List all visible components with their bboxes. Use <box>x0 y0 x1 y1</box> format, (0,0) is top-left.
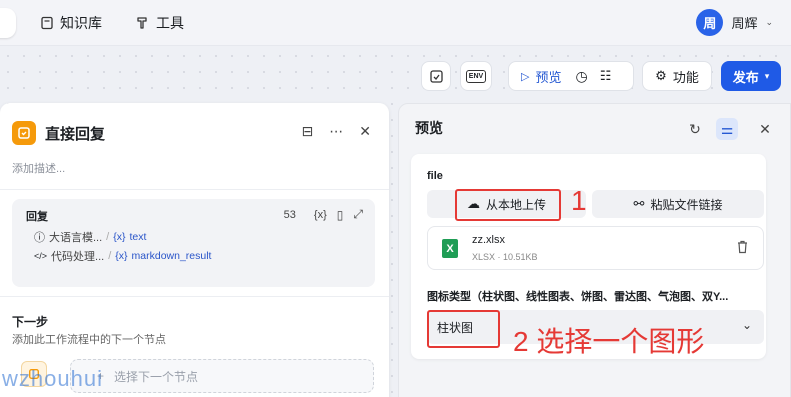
close-icon[interactable]: ✕ <box>359 123 371 139</box>
variable-tag: ⓘ 大语言模... / {x} text <box>34 231 147 244</box>
avatar: 周 <box>696 9 724 36</box>
chevron-down-icon: ⌄ <box>741 318 752 332</box>
list-check-icon[interactable]: ☷ <box>600 68 612 84</box>
node-title[interactable]: 直接回复 <box>45 123 105 144</box>
nav-tools-label: 工具 <box>156 15 184 31</box>
nav-knowledge-base[interactable]: 知识库 <box>40 13 102 33</box>
reply-editor[interactable]: 回复 53 {x} ▯ ⤢ ⓘ 大语言模... / {x} text </> 代… <box>12 199 375 287</box>
preview-title: 预览 <box>415 120 443 136</box>
paste-link-label: 粘贴文件链接 <box>650 197 723 212</box>
history-icon[interactable]: ◷ <box>575 68 587 85</box>
publish-button[interactable]: 发布 ▾ <box>721 61 781 91</box>
select-next-node[interactable]: + 选择下一个节点 <box>70 359 374 393</box>
nav-tools[interactable]: 工具 <box>136 13 184 33</box>
node-description[interactable]: 添加描述... <box>12 160 65 176</box>
nav-knowledge-base-label: 知识库 <box>60 15 102 31</box>
settings-sliders-icon[interactable]: ⚌ <box>716 118 738 140</box>
annotation-box-upload <box>455 189 561 221</box>
book-open-icon[interactable]: ⊟ <box>302 123 314 139</box>
run-group: ▷ 预览 ◷ ☷ <box>508 61 634 91</box>
hammer-icon <box>137 17 147 29</box>
checklist-icon <box>429 69 443 83</box>
preview-button-label[interactable]: 预览 <box>535 67 561 86</box>
variable-x-icon: {x} <box>113 231 126 243</box>
refresh-icon[interactable]: ↻ <box>684 118 706 140</box>
user-name: 周辉 <box>731 16 758 31</box>
code-icon: </> <box>34 251 48 261</box>
feature-button[interactable]: ⚙ 功能 <box>642 61 712 91</box>
copy-icon[interactable]: ▯ <box>337 208 344 222</box>
next-step-title: 下一步 <box>12 315 49 329</box>
variable-tag: </> 代码处理... / {x} markdown_result <box>34 250 212 263</box>
file-field-label: file <box>427 170 443 182</box>
expand-icon[interactable]: ⤢ <box>353 207 363 222</box>
top-nav: 知识库 工具 周 周辉 ⌄ <box>0 0 791 46</box>
variable-source: 代码处理... <box>51 251 105 263</box>
file-name: zz.xlsx <box>472 234 505 246</box>
more-icon[interactable]: ⋯ <box>329 123 343 139</box>
file-meta: XLSX · 10.51KB <box>472 252 538 262</box>
reply-label: 回复 <box>26 211 48 223</box>
close-icon[interactable]: ✕ <box>754 118 776 140</box>
next-node-placeholder: 选择下一个节点 <box>114 369 199 384</box>
chevron-down-icon: ⌄ <box>765 17 773 27</box>
variable-icon[interactable]: {x} <box>314 209 327 221</box>
chevron-down-icon: ▾ <box>764 70 770 81</box>
paste-link-button[interactable]: ⚯ 粘贴文件链接 <box>592 190 764 218</box>
chart-type-label: 图标类型（柱状图、线性图表、饼图、雷达图、气泡图、双Y... <box>427 291 729 303</box>
publish-label: 发布 <box>732 69 759 85</box>
play-icon[interactable]: ▷ <box>521 70 529 83</box>
back-button[interactable] <box>0 8 16 38</box>
annotation-step1: 1 <box>571 185 587 216</box>
feature-label: 功能 <box>672 69 699 85</box>
next-step-desc: 添加此工作流程中的下一个节点 <box>12 334 166 346</box>
reply-count: 53 <box>283 208 296 221</box>
checklist-button[interactable] <box>421 61 451 91</box>
trash-icon[interactable] <box>736 240 749 257</box>
variable-x-icon: {x} <box>115 250 128 262</box>
variable-name: markdown_result <box>131 250 212 262</box>
annotation-step2: 2 选择一个图形 <box>513 326 705 357</box>
user-menu[interactable]: 周 周辉 ⌄ <box>696 9 773 36</box>
annotation-box-chart-type <box>427 310 500 348</box>
watermark: wzhouhui <box>2 366 103 391</box>
uploaded-file: X zz.xlsx XLSX · 10.51KB <box>427 226 764 270</box>
variable-source: 大语言模... <box>49 232 103 244</box>
env-button[interactable]: ENV <box>460 61 492 91</box>
answer-node-panel: 直接回复 ⊟ ⋯ ✕ 添加描述... 回复 53 {x} ▯ ⤢ ⓘ 大语言模.… <box>0 103 389 397</box>
feature-icon: ⚙ <box>655 68 667 83</box>
variable-name: text <box>129 231 147 243</box>
answer-node-icon <box>12 121 36 145</box>
divider <box>0 189 389 190</box>
divider <box>0 296 389 297</box>
excel-icon: X <box>442 239 458 258</box>
env-icon: ENV <box>465 69 487 83</box>
book-icon <box>41 16 53 30</box>
llm-icon: ⓘ <box>34 232 45 244</box>
link-icon: ⚯ <box>633 196 645 211</box>
